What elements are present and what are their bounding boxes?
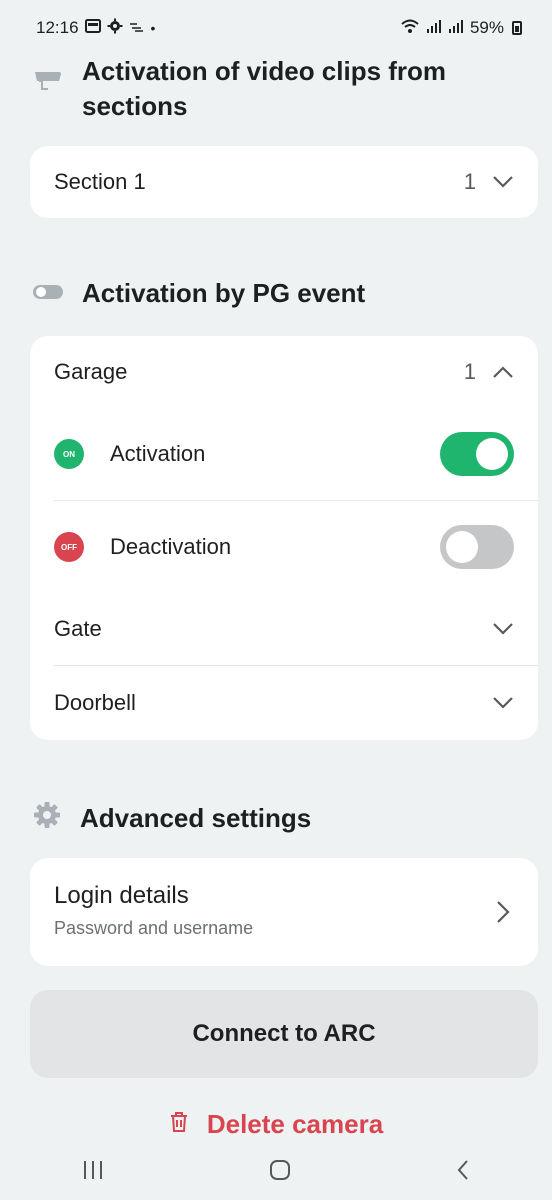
chevron-right-icon[interactable] <box>496 900 510 929</box>
battery-percent: 59% <box>469 18 504 37</box>
group-row-right: 1 <box>464 359 514 385</box>
off-badge-icon: OFF <box>54 532 84 562</box>
video-sections-title: Activation of video clips from sections <box>82 56 447 121</box>
activation-toggle[interactable] <box>440 432 514 476</box>
group-count: 1 <box>463 359 476 384</box>
trash-icon <box>169 1109 189 1140</box>
status-right: 59% <box>400 18 522 39</box>
group-row-doorbell[interactable]: Doorbell <box>30 666 538 740</box>
video-sections-card: Section 1 1 <box>30 146 538 218</box>
camera-icon <box>32 68 64 107</box>
section-row-right: 1 <box>464 169 514 195</box>
delete-camera-label: Delete camera <box>206 1108 384 1139</box>
group-row-right <box>492 622 514 636</box>
pg-event-title: Activation by PG event <box>82 278 366 308</box>
wifi-icon <box>400 18 420 39</box>
option-right <box>440 525 514 569</box>
toggle-knob <box>476 438 508 470</box>
section-label: Section 1 <box>54 169 146 194</box>
login-card[interactable]: Login details Password and username <box>30 858 538 966</box>
option-right <box>440 432 514 476</box>
battery-icon <box>512 21 522 35</box>
video-sections-header: Activation of video clips from sections <box>32 54 482 124</box>
connect-arc-button[interactable]: Connect to ARC <box>30 990 538 1078</box>
deactivation-toggle[interactable] <box>440 525 514 569</box>
home-icon[interactable] <box>268 1158 292 1187</box>
gear-icon <box>32 800 62 837</box>
login-subtitle: Password and username <box>54 918 254 938</box>
nav-bar <box>0 1144 552 1200</box>
back-icon[interactable] <box>455 1158 471 1187</box>
login-title: Login details <box>54 882 189 909</box>
group-row-garage[interactable]: Garage 1 <box>30 336 538 408</box>
signal-icon <box>448 18 464 39</box>
advanced-header: Advanced settings <box>32 800 311 837</box>
recent-apps-icon[interactable] <box>81 1159 105 1186</box>
chevron-down-icon[interactable] <box>492 175 514 189</box>
gallery-icon <box>84 18 101 39</box>
toggle-knob <box>446 531 478 563</box>
wind-icon <box>129 18 145 38</box>
option-label: Deactivation <box>110 534 232 559</box>
on-badge-icon: ON <box>54 439 84 469</box>
advanced-title: Advanced settings <box>80 803 312 833</box>
status-time: 12:16 <box>36 18 79 37</box>
group-label: Doorbell <box>54 690 136 715</box>
toggle-icon <box>32 278 64 309</box>
group-label: Garage <box>54 359 128 384</box>
pg-event-card: Garage 1 ON Activation OFF Deactivation … <box>30 336 538 740</box>
login-text: Login details Password and username <box>54 882 253 939</box>
option-row-activation: ON Activation <box>30 408 538 500</box>
option-label: Activation <box>110 441 206 466</box>
option-row-deactivation: OFF Deactivation <box>30 501 538 593</box>
delete-camera-button[interactable]: Delete camera <box>0 1104 552 1144</box>
gear-icon <box>107 18 123 39</box>
chevron-down-icon[interactable] <box>492 696 514 710</box>
pg-event-header: Activation by PG event <box>32 278 365 309</box>
status-left: 12:16 • <box>36 18 155 39</box>
chevron-down-icon[interactable] <box>492 622 514 636</box>
chevron-up-icon[interactable] <box>492 365 514 379</box>
status-bar: 12:16 • 59% <box>0 0 552 56</box>
group-row-gate[interactable]: Gate <box>30 593 538 665</box>
group-label: Gate <box>54 616 102 641</box>
signal-icon <box>426 18 442 39</box>
section-row[interactable]: Section 1 1 <box>30 146 538 218</box>
group-row-right <box>492 696 514 710</box>
connect-arc-label: Connect to ARC <box>192 1020 376 1047</box>
notification-dot-icon: • <box>150 20 156 36</box>
section-count: 1 <box>463 169 476 194</box>
